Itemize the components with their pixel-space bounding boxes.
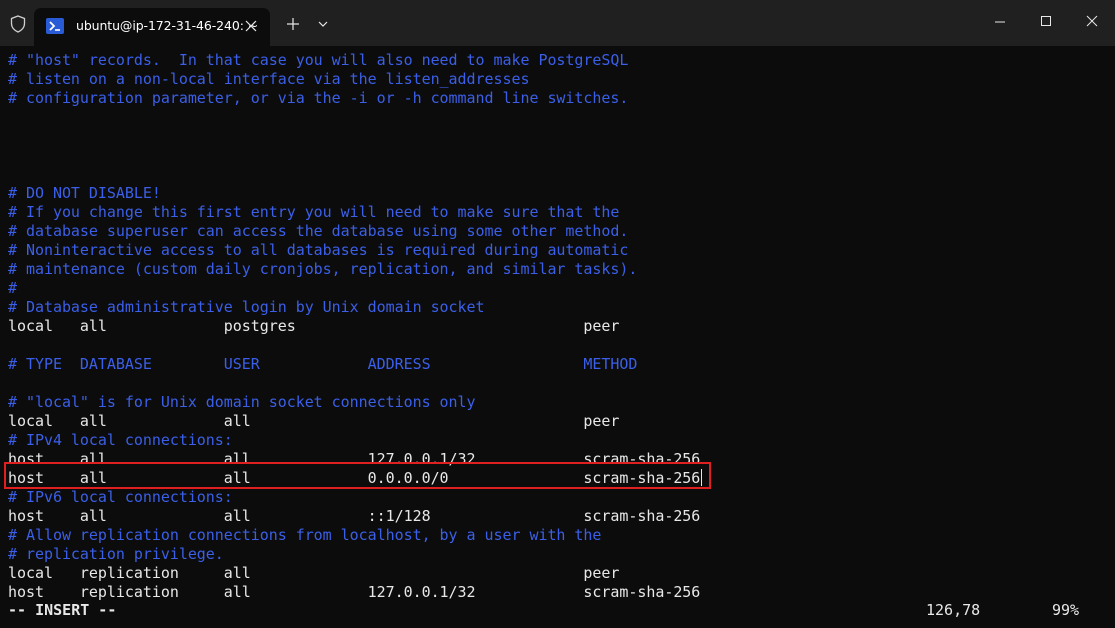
line-text: # Database administrative login by Unix … <box>8 298 485 316</box>
config-comment-line: # configuration parameter, or via the -i… <box>8 89 702 108</box>
config-comment-line: # listen on a non-local interface via th… <box>8 70 702 89</box>
chevron-down-icon[interactable] <box>312 13 334 35</box>
config-entry-line: local replication all peer <box>8 564 702 583</box>
config-comment-line: # replication privilege. <box>8 545 702 564</box>
maximize-button[interactable] <box>1023 0 1069 44</box>
close-icon[interactable] <box>240 15 262 37</box>
line-text: # replication privilege. <box>8 545 224 563</box>
terminal-window: ubuntu@ip-172-31-46-240: ~ # "host" reco… <box>0 0 1115 628</box>
highlight-annotation <box>4 462 711 489</box>
config-comment-line: # <box>8 279 702 298</box>
config-comment-line: # Database administrative login by Unix … <box>8 298 702 317</box>
config-comment-line: # maintenance (custom daily cronjobs, re… <box>8 260 702 279</box>
config-comment-line: # IPv6 local connections: <box>8 488 702 507</box>
line-text: # database superuser can access the data… <box>8 222 629 240</box>
terminal-buffer[interactable]: # "host" records. In that case you will … <box>8 51 703 602</box>
line-text: host all all ::1/128 scram-sha-256 <box>8 507 701 525</box>
close-window-button[interactable] <box>1069 0 1115 44</box>
config-entry-line: local all postgres peer <box>8 317 702 336</box>
line-text: # "local" is for Unix domain socket conn… <box>8 393 476 411</box>
config-comment-line: # database superuser can access the data… <box>8 222 702 241</box>
config-comment-line: # TYPE DATABASE USER ADDRESS METHOD <box>8 355 702 374</box>
title-bar: ubuntu@ip-172-31-46-240: ~ <box>0 0 1115 46</box>
terminal-area[interactable]: # "host" records. In that case you will … <box>0 46 1115 628</box>
plus-icon[interactable] <box>282 13 304 35</box>
tab-terminal[interactable]: ubuntu@ip-172-31-46-240: ~ <box>34 8 270 46</box>
config-comment-line: # Noninteractive access to all databases… <box>8 241 702 260</box>
vim-mode-indicator: -- INSERT -- <box>8 601 117 619</box>
shield-icon <box>10 15 26 33</box>
line-text: local replication all peer <box>8 564 620 582</box>
tab-title: ubuntu@ip-172-31-46-240: ~ <box>76 18 259 33</box>
config-comment-line: # IPv4 local connections: <box>8 431 702 450</box>
line-text: # If you change this first entry you wil… <box>8 203 620 221</box>
line-text: # Noninteractive access to all databases… <box>8 241 629 259</box>
config-comment-line: # DO NOT DISABLE! <box>8 184 702 203</box>
config-comment-line: # "local" is for Unix domain socket conn… <box>8 393 702 412</box>
config-comment-line: # If you change this first entry you wil… <box>8 203 702 222</box>
line-text: host replication all 127.0.0.1/32 scram-… <box>8 583 701 601</box>
config-comment-line: # Allow replication connections from loc… <box>8 526 702 545</box>
line-text: # Allow replication connections from loc… <box>8 526 602 544</box>
minimize-icon <box>995 21 1005 23</box>
line-text: # DO NOT DISABLE! <box>8 184 161 202</box>
close-icon <box>1086 15 1098 27</box>
line-text: # "host" records. In that case you will … <box>8 51 629 69</box>
config-entry-line: host all all ::1/128 scram-sha-256 <box>8 507 702 526</box>
line-text: local all postgres peer <box>8 317 620 335</box>
line-text: # listen on a non-local interface via th… <box>8 70 530 88</box>
config-comment-line: # "host" records. In that case you will … <box>8 51 702 70</box>
line-text: # IPv6 local connections: <box>8 488 233 506</box>
scroll-percent: 99% <box>1052 601 1080 619</box>
line-text: # <box>8 279 17 297</box>
line-text: # maintenance (custom daily cronjobs, re… <box>8 260 638 278</box>
vim-status-line: -- INSERT -- 126,78 99% <box>8 601 1108 620</box>
terminal-icon <box>46 18 64 34</box>
minimize-button[interactable] <box>977 0 1023 44</box>
config-entry-line: local all all peer <box>8 412 702 431</box>
line-text: local all all peer <box>8 412 620 430</box>
maximize-icon <box>1041 16 1051 26</box>
cursor-position: 126,78 <box>926 601 981 619</box>
line-text: # configuration parameter, or via the -i… <box>8 89 629 107</box>
config-entry-line: host replication all 127.0.0.1/32 scram-… <box>8 583 702 602</box>
line-text: # TYPE DATABASE USER ADDRESS METHOD <box>8 355 638 373</box>
line-text: # IPv4 local connections: <box>8 431 233 449</box>
